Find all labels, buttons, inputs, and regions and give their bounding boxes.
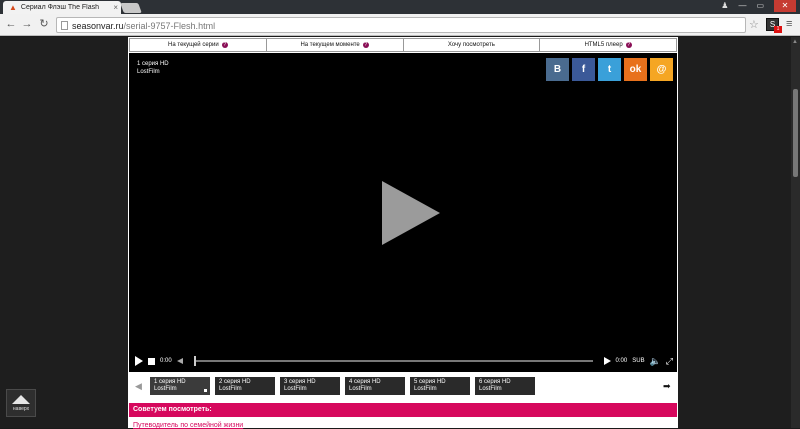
current-marker	[204, 389, 207, 392]
player-controls: 0:00 0:00 SUB 🔈 ⤢	[129, 350, 677, 372]
back-to-top-label: наверх	[12, 405, 30, 412]
back-arrow-icon[interactable]: ←	[4, 17, 18, 31]
browser-tab[interactable]: ▲ Сериал Флэш The Flash ×	[3, 1, 121, 14]
new-tab-button[interactable]	[120, 3, 142, 13]
extension-badge: 1	[774, 26, 782, 33]
page-icon	[61, 20, 68, 30]
time-current: 0:00	[160, 358, 172, 364]
tab-strip: ▲ Сериал Флэш The Flash × ♟ — ▭ ✕	[0, 0, 800, 14]
forward-arrow-icon[interactable]: →	[20, 17, 34, 31]
scroll-thumb[interactable]	[793, 89, 798, 177]
fullscreen-icon[interactable]: ⤢	[666, 356, 673, 367]
tab-current-episode[interactable]: На текущей серии ?	[129, 38, 266, 52]
favicon-icon: ▲	[9, 2, 17, 12]
episode-item-studio: LostFilm	[349, 386, 372, 392]
url-host: seasonvar.ru	[72, 21, 124, 31]
episode-item[interactable]: 6 серия HD LostFilm	[475, 377, 535, 395]
big-play-icon[interactable]	[382, 181, 440, 245]
episode-item[interactable]: 2 серия HD LostFilm	[215, 377, 275, 395]
help-icon[interactable]: ?	[625, 42, 632, 48]
twitter-icon[interactable]: t	[598, 58, 621, 81]
episode-item-title: 4 серия HD	[349, 379, 381, 385]
episode-item-title: 5 серия HD	[414, 379, 446, 385]
tab-label: Хочу посмотреть	[447, 42, 495, 48]
page-viewport: На текущей серии ? На текущем моменте ? …	[0, 37, 800, 429]
episode-item-title: 1 серия HD	[154, 379, 186, 385]
time-total: 0:00	[615, 358, 628, 364]
next-episodes-arrow-icon[interactable]: ➡	[663, 381, 673, 392]
episode-item[interactable]: 4 серия HD LostFilm	[345, 377, 405, 395]
episode-item[interactable]: 1 серия HD LostFilm	[150, 377, 210, 395]
menu-icon[interactable]: ≡	[786, 18, 792, 30]
episode-item[interactable]: 5 серия HD LostFilm	[410, 377, 470, 395]
mail-icon[interactable]: @	[650, 58, 673, 81]
video-player[interactable]: 1 серия HD LostFilm В f t ok @ 0:00 0:00…	[129, 53, 677, 372]
episode-item[interactable]: 3 серия HD LostFilm	[280, 377, 340, 395]
tab-label: На текущем моменте	[300, 42, 360, 48]
forward-icon[interactable]	[603, 357, 611, 365]
episode-item-studio: LostFilm	[414, 386, 437, 392]
tab-html5-player[interactable]: HTML5 плеер ?	[539, 38, 677, 52]
browser-toolbar: ← → ↻ seasonvar.ru/serial-9757-Flesh.htm…	[0, 14, 800, 36]
episode-item-title: 6 серия HD	[479, 379, 511, 385]
progress-bar[interactable]	[193, 356, 593, 366]
prev-episodes-arrow-icon[interactable]: ◀	[135, 381, 145, 392]
episode-item-title: 2 серия HD	[219, 379, 251, 385]
vk-icon[interactable]: В	[546, 58, 569, 81]
episode-item-studio: LostFilm	[479, 386, 502, 392]
episode-item-title: 3 серия HD	[284, 379, 316, 385]
rewind-icon[interactable]	[176, 358, 183, 364]
bookmark-star-icon[interactable]: ☆	[749, 18, 759, 31]
stop-icon[interactable]	[148, 357, 155, 365]
scroll-up-icon[interactable]: ▲	[792, 39, 798, 45]
tab-title: Сериал Флэш The Flash	[20, 4, 100, 11]
player-tabs: На текущей серии ? На текущем моменте ? …	[129, 38, 677, 52]
reload-icon[interactable]: ↻	[37, 17, 51, 31]
user-icon[interactable]: ♟	[721, 0, 728, 12]
tab-label: HTML5 плеер	[584, 42, 623, 48]
up-arrow-icon	[12, 394, 30, 404]
episode-item-studio: LostFilm	[154, 386, 177, 392]
page-scrollbar[interactable]: ▲	[791, 37, 800, 428]
tab-label: На текущей серии	[168, 42, 219, 48]
episode-item-studio: LostFilm	[284, 386, 307, 392]
maximize-icon[interactable]: ▭	[756, 0, 764, 12]
help-icon[interactable]: ?	[221, 42, 228, 48]
help-icon[interactable]: ?	[362, 42, 369, 48]
volume-icon[interactable]: 🔈	[650, 356, 661, 367]
window-controls: ♟ — ▭ ✕	[721, 0, 796, 12]
tab-want-to-watch[interactable]: Хочу посмотреть	[402, 38, 540, 52]
odnoklassniki-icon[interactable]: ok	[624, 58, 647, 81]
close-tab-icon[interactable]: ×	[113, 3, 118, 12]
content-column: На текущей серии ? На текущем моменте ? …	[128, 37, 678, 429]
episode-strip: ◀ 1 серия HD LostFilm 2 серия HD LostFil…	[129, 373, 677, 399]
episode-item-studio: LostFilm	[219, 386, 242, 392]
episode-studio: LostFilm	[137, 69, 160, 75]
episode-info: 1 серия HD LostFilm	[137, 60, 169, 76]
tab-current-moment[interactable]: На текущем моменте ?	[265, 38, 403, 52]
window-close-icon[interactable]: ✕	[774, 0, 796, 12]
minimize-icon[interactable]: —	[738, 0, 746, 12]
address-bar[interactable]: seasonvar.ru/serial-9757-Flesh.html	[56, 17, 746, 33]
back-to-top-button[interactable]: наверх	[6, 389, 36, 417]
social-share: В f t ok @	[546, 58, 673, 81]
play-icon[interactable]	[135, 356, 143, 366]
progress-handle[interactable]	[193, 356, 196, 366]
episode-title: 1 серия HD	[137, 61, 169, 67]
facebook-icon[interactable]: f	[572, 58, 595, 81]
recommend-header: Советуем посмотреть:	[129, 403, 677, 417]
url-path: /serial-9757-Flesh.html	[123, 21, 216, 31]
subtitles-button[interactable]: SUB	[632, 358, 644, 364]
